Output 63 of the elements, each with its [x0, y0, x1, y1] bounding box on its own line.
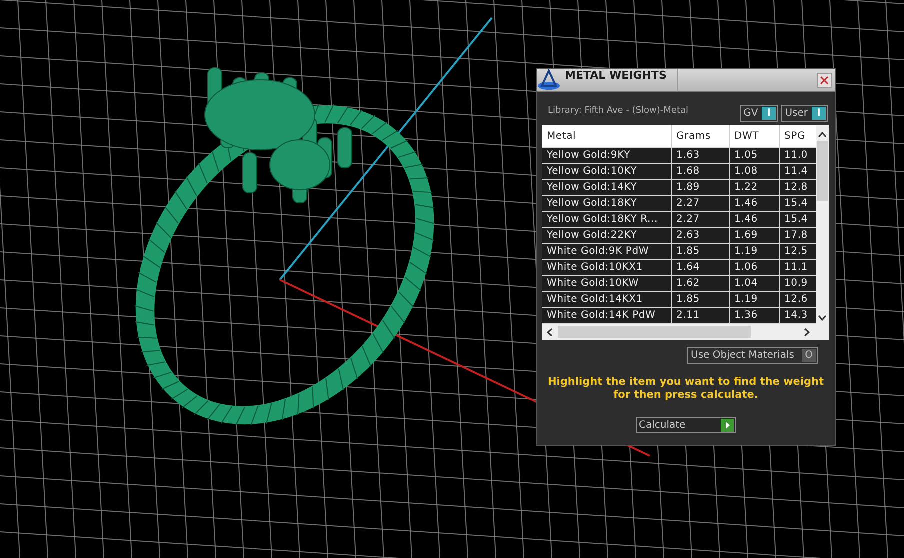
- close-button[interactable]: [817, 72, 832, 88]
- table-cell[interactable]: 15.4: [779, 212, 816, 228]
- table-cell[interactable]: 1.19: [729, 292, 779, 308]
- table-cell[interactable]: 11.0: [779, 148, 816, 164]
- table-cell[interactable]: Yellow Gold:22KY: [542, 228, 671, 244]
- table-cell[interactable]: 12.6: [779, 292, 816, 308]
- panel-title: METAL WEIGHTS: [561, 69, 678, 91]
- table-cell[interactable]: 2.27: [671, 196, 729, 212]
- table-cell[interactable]: 12.8: [779, 180, 816, 196]
- table-cell[interactable]: White Gold:9K PdW: [542, 244, 671, 260]
- table-cell[interactable]: Yellow Gold:18KY R...: [542, 212, 671, 228]
- column-header[interactable]: Grams: [671, 125, 729, 148]
- table-cell[interactable]: 17.8: [779, 228, 816, 244]
- column-header[interactable]: SPG: [779, 125, 816, 148]
- table-cell[interactable]: White Gold:10KW: [542, 276, 671, 292]
- table-cell[interactable]: 1.64: [671, 260, 729, 276]
- table-cell[interactable]: White Gold:14KX1: [542, 292, 671, 308]
- table-cell[interactable]: 1.89: [671, 180, 729, 196]
- scroll-right-icon: [803, 328, 811, 336]
- instruction-text: Highlight the item you want to find the weight for then press calculate.: [547, 376, 825, 402]
- app-logo-icon: [537, 69, 561, 91]
- table-cell[interactable]: White Gold:10KX1: [542, 260, 671, 276]
- close-icon: [820, 76, 829, 84]
- table-cell[interactable]: Yellow Gold:9KY: [542, 148, 671, 164]
- table-cell[interactable]: Yellow Gold:14KY: [542, 180, 671, 196]
- table-cell[interactable]: 1.05: [729, 148, 779, 164]
- calculate-button[interactable]: Calculate: [636, 417, 736, 433]
- table-cell[interactable]: 1.69: [729, 228, 779, 244]
- table-cell[interactable]: 1.46: [729, 212, 779, 228]
- table-cell[interactable]: 11.1: [779, 260, 816, 276]
- table-cell[interactable]: 1.04: [729, 276, 779, 292]
- play-icon: [721, 418, 734, 432]
- table-cell[interactable]: 1.08: [729, 164, 779, 180]
- scroll-down-icon: [818, 314, 827, 322]
- column-header[interactable]: Metal: [542, 125, 671, 148]
- table-cell[interactable]: 1.85: [671, 292, 729, 308]
- table-cell[interactable]: 12.5: [779, 244, 816, 260]
- table-cell[interactable]: Yellow Gold:10KY: [542, 164, 671, 180]
- scroll-up-icon: [818, 131, 827, 139]
- column-header[interactable]: DWT: [729, 125, 779, 148]
- table-cell[interactable]: 1.68: [671, 164, 729, 180]
- materials-toggle[interactable]: Use Object Materials O: [687, 347, 818, 364]
- table-cell[interactable]: 2.63: [671, 228, 729, 244]
- table-cell[interactable]: 2.11: [671, 308, 729, 324]
- table-cell[interactable]: 1.46: [729, 196, 779, 212]
- table-cell[interactable]: 1.22: [729, 180, 779, 196]
- table-cell[interactable]: 1.85: [671, 244, 729, 260]
- table-cell[interactable]: White Gold:14K PdW: [542, 308, 671, 324]
- toggle-switch[interactable]: User I: [781, 104, 828, 122]
- table-cell[interactable]: 1.36: [729, 308, 779, 324]
- scroll-left-icon: [546, 328, 554, 336]
- table-cell[interactable]: 11.4: [779, 164, 816, 180]
- toggle-switch[interactable]: GV I: [740, 104, 778, 122]
- library-label: Library: Fifth Ave - (Slow)-Metal: [548, 106, 688, 116]
- table-cell[interactable]: 1.19: [729, 244, 779, 260]
- table-cell[interactable]: 1.63: [671, 148, 729, 164]
- table-cell[interactable]: 2.27: [671, 212, 729, 228]
- table-cell[interactable]: 15.4: [779, 196, 816, 212]
- table-cell[interactable]: 10.9: [779, 276, 816, 292]
- table-cell[interactable]: 1.06: [729, 260, 779, 276]
- table-cell[interactable]: 1.62: [671, 276, 729, 292]
- table-cell[interactable]: Yellow Gold:18KY: [542, 196, 671, 212]
- table-cell[interactable]: 14.3: [779, 308, 816, 324]
